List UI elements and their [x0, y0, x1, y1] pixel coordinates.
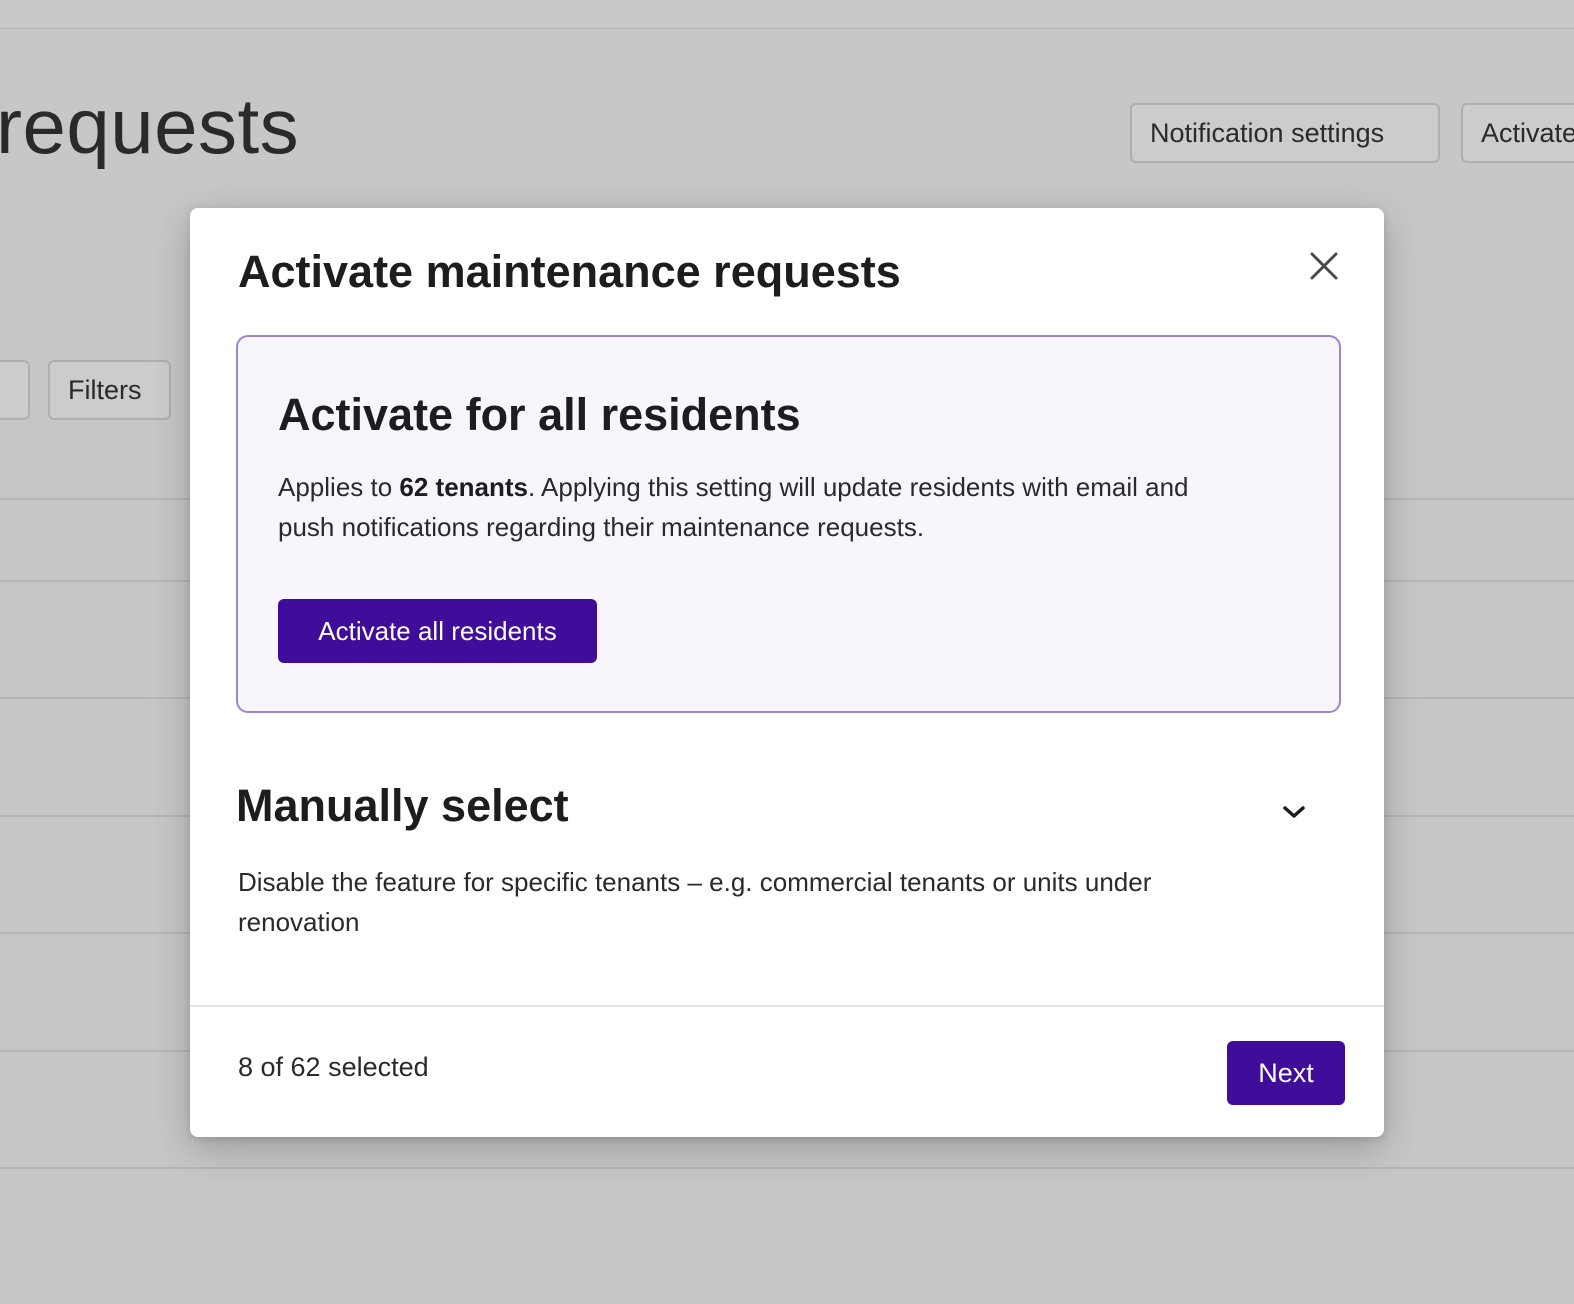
manual-select-toggle[interactable] — [1272, 794, 1316, 830]
next-button[interactable]: Next — [1227, 1041, 1345, 1105]
manually-select-description: Disable the feature for specific tenants… — [238, 867, 1152, 937]
manually-select-title: Manually select — [236, 780, 569, 831]
top-bar — [0, 0, 1574, 29]
tenant-count: 62 tenants — [399, 472, 529, 502]
close-icon — [1310, 252, 1338, 280]
search-input[interactable] — [0, 360, 30, 420]
table-row-divider — [0, 1167, 1574, 1169]
description-prefix: Applies to — [278, 472, 400, 502]
dialog-footer: 8 of 62 selected Next — [190, 1005, 1384, 1137]
activate-button[interactable]: Activate — [1461, 103, 1574, 163]
activate-all-residents-button[interactable]: Activate all residents — [278, 599, 597, 663]
selected-count: 8 of 62 selected — [238, 1052, 429, 1082]
chevron-down-icon — [1283, 806, 1305, 818]
activate-all-title: Activate for all residents — [278, 389, 801, 440]
dialog-title: Activate maintenance requests — [238, 246, 901, 297]
activate-all-card: Activate for all residents Applies to 62… — [236, 335, 1341, 713]
page-title: requests — [0, 82, 300, 170]
close-button[interactable] — [1302, 244, 1346, 288]
filters-button[interactable]: Filters — [48, 360, 171, 420]
notification-settings-button[interactable]: Notification settings — [1130, 103, 1440, 163]
activate-all-description: Applies to 62 tenants. Applying this set… — [278, 467, 1238, 547]
activate-maintenance-dialog: Activate maintenance requests Activate f… — [190, 208, 1384, 1137]
